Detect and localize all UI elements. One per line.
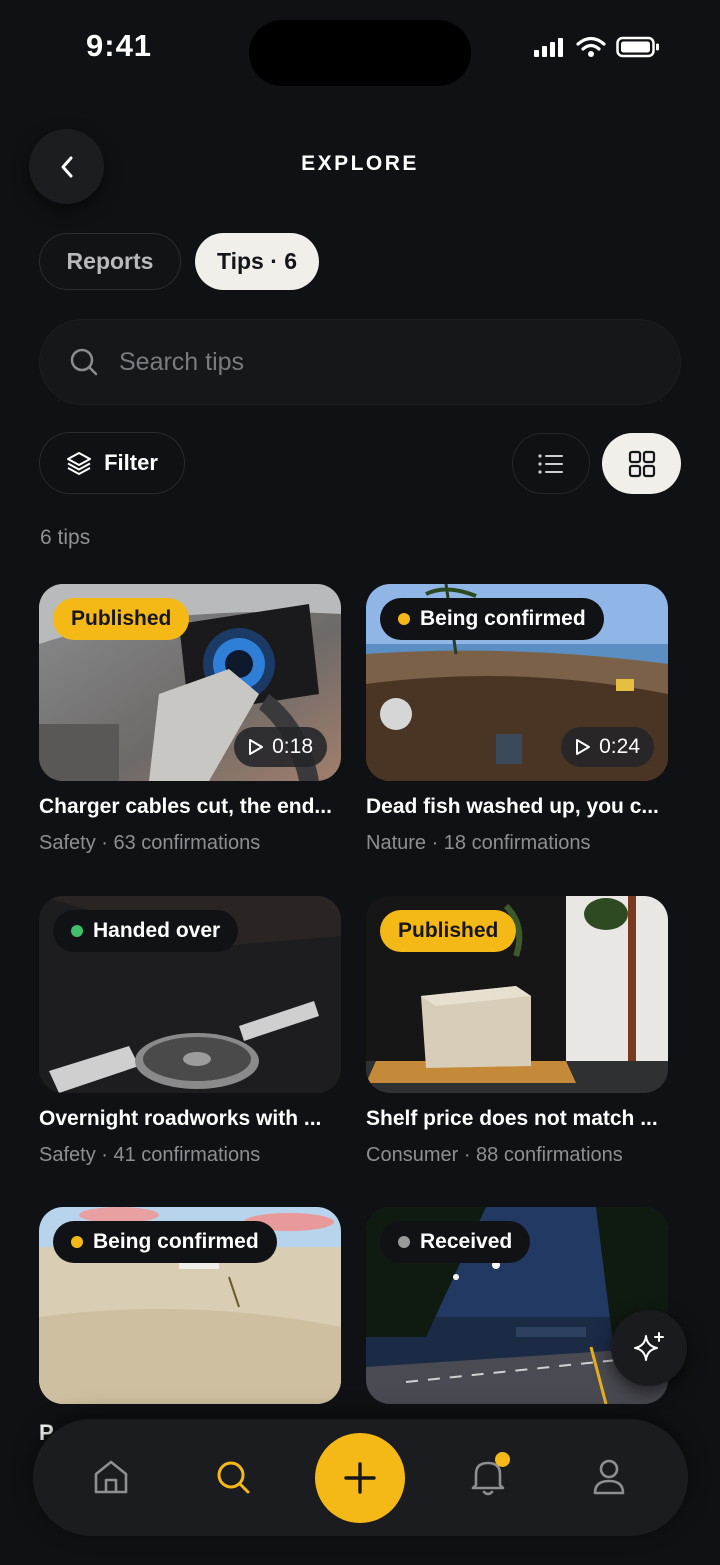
tip-thumbnail: Published 0:18 (39, 584, 341, 781)
page-title: EXPLORE (301, 152, 419, 175)
status-time: 9:41 (86, 28, 153, 63)
tip-card[interactable]: Being confirmed (39, 1207, 341, 1404)
play-icon (576, 739, 591, 755)
status-badge: Received (380, 1221, 531, 1263)
search-input[interactable] (119, 347, 599, 377)
results-count: 6 tips (40, 526, 91, 549)
nav-home[interactable] (91, 1457, 131, 1497)
search-icon (70, 348, 98, 376)
tip-thumbnail: Handed over (39, 896, 341, 1093)
nav-search[interactable] (213, 1457, 253, 1497)
status-text: Being confirmed (93, 1230, 259, 1253)
search-icon (217, 1461, 250, 1494)
status-dot (71, 925, 83, 937)
search-bar[interactable] (39, 319, 681, 405)
sparkle-icon (634, 1332, 664, 1361)
status-text: Handed over (93, 919, 221, 942)
tip-meta: Consumer · 88 confirmations (366, 1144, 623, 1166)
bottom-navigation (33, 1419, 688, 1536)
status-dot (398, 613, 410, 625)
status-badge: Being confirmed (53, 1221, 277, 1263)
tip-meta: Safety · 63 confirmations (39, 832, 261, 854)
tip-card[interactable]: Handed over Overnight roadworks with ...… (39, 896, 341, 1167)
list-icon (538, 453, 563, 474)
status-dot (71, 1236, 83, 1248)
status-badge: Being confirmed (380, 598, 604, 640)
signal-icon (534, 38, 563, 57)
tip-card[interactable]: Published 0:18 Charger cables cut, the e… (39, 584, 341, 855)
list-view-toggle[interactable] (512, 433, 590, 494)
status-text: Being confirmed (420, 607, 586, 630)
tip-thumbnail: Being confirmed 0:24 (366, 584, 668, 781)
status-dot (398, 1236, 410, 1248)
add-tip-button[interactable] (315, 1433, 405, 1523)
status-badge: Published (380, 910, 517, 952)
tip-meta: Safety · 41 confirmations (39, 1144, 261, 1166)
tip-title: Charger cables cut, the end... (39, 795, 332, 818)
plus-icon (344, 1462, 376, 1494)
dynamic-island (249, 20, 471, 86)
home-icon (94, 1460, 128, 1494)
tip-title: Dead fish washed up, you c... (366, 795, 659, 818)
user-icon (593, 1459, 625, 1495)
wifi-icon (576, 36, 606, 57)
status-icons (534, 36, 660, 58)
tip-thumbnail: Being confirmed (39, 1207, 341, 1404)
video-duration: 0:18 (234, 727, 327, 767)
tip-thumbnail: Published (366, 896, 668, 1093)
grid-view-toggle[interactable] (602, 433, 681, 494)
tip-card[interactable]: Published Shelf price does not match ...… (366, 896, 668, 1167)
grid-icon (628, 450, 655, 477)
filter-button[interactable]: Filter (39, 432, 185, 494)
duration-text: 0:18 (272, 735, 313, 758)
notification-badge (495, 1452, 510, 1467)
layers-icon (67, 452, 92, 475)
tab-reports[interactable]: Reports (39, 233, 181, 290)
tip-title: Shelf price does not match ... (366, 1107, 658, 1130)
video-duration: 0:24 (561, 727, 654, 767)
nav-profile[interactable] (589, 1457, 629, 1497)
status-text: Received (420, 1230, 513, 1253)
tip-title: Overnight roadworks with ... (39, 1107, 322, 1130)
filter-label: Filter (104, 450, 158, 475)
play-icon (249, 739, 264, 755)
ai-assist-button[interactable] (611, 1310, 687, 1386)
tip-card[interactable]: Being confirmed 0:24 Dead fish washed up… (366, 584, 668, 855)
battery-icon (616, 36, 659, 58)
tab-tips[interactable]: Tips · 6 (195, 233, 319, 290)
tip-meta: Nature · 18 confirmations (366, 832, 591, 854)
status-badge: Handed over (53, 910, 239, 952)
status-badge: Published (53, 598, 190, 640)
duration-text: 0:24 (599, 735, 640, 758)
